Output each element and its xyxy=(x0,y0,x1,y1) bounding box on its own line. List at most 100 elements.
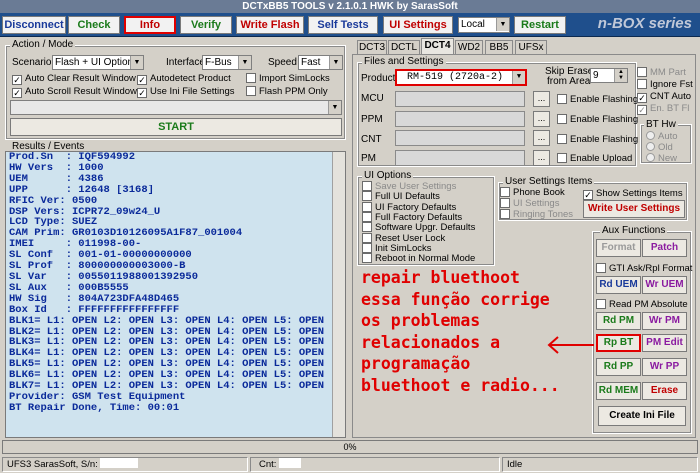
write-user-settings-button[interactable]: Write User Settings xyxy=(583,200,685,218)
log-line: Provider: GSM Test Equipment xyxy=(9,391,186,403)
log-line: BLK4= L1: OPEN L2: OPEN L3: OPEN L4: OPE… xyxy=(9,348,325,360)
bt-new-radio[interactable]: New xyxy=(646,153,677,164)
auto-clear-checkbox[interactable]: ✓ Auto Clear Result Window xyxy=(12,73,136,85)
product-label: Product xyxy=(361,73,396,84)
mm-part-checkbox[interactable]: MM Part xyxy=(637,67,686,78)
rd-mem-button[interactable]: Rd MEM xyxy=(596,382,641,400)
rd-pm-button[interactable]: Rd PM xyxy=(596,312,641,330)
auto-scroll-checkbox[interactable]: ✓ Auto Scroll Result Window xyxy=(12,86,137,98)
wr-uem-button[interactable]: Wr UEM xyxy=(642,276,687,294)
skip-erase-spinner[interactable]: 9 ▲ ▼ xyxy=(590,68,628,83)
ppm-file-field[interactable] xyxy=(395,111,525,127)
format-button[interactable]: Format xyxy=(596,239,641,257)
autodetect-product-checkbox[interactable]: ✓ Autodetect Product xyxy=(137,73,231,85)
tab-ufsx[interactable]: UFSx xyxy=(515,40,547,54)
spinner-arrows-icon: ▲ ▼ xyxy=(614,69,627,82)
skip-erase-value: 9 xyxy=(593,70,599,81)
checkmark-icon: ✓ xyxy=(583,190,593,200)
ppm-browse-button[interactable]: ... xyxy=(533,111,550,127)
patch-button[interactable]: Patch xyxy=(642,239,687,257)
wr-pm-button[interactable]: Wr PM xyxy=(642,312,687,330)
cnt-auto-checkbox[interactable]: ✓ CNT Auto xyxy=(637,91,691,103)
log-line: HW Vers : 1000 xyxy=(9,162,104,174)
write-flash-button[interactable]: Write Flash xyxy=(236,16,304,34)
log-line: LCD Type: SUEZ xyxy=(9,217,98,229)
speed-select[interactable]: Fast ▼ xyxy=(298,55,343,70)
log-line: BLK3= L1: OPEN L2: OPEN L3: OPEN L4: OPE… xyxy=(9,337,325,349)
log-line: SL Prof : 800000000003000-B xyxy=(9,261,186,272)
import-simlocks-checkbox[interactable]: Import SimLocks xyxy=(246,73,330,84)
ignore-fst-checkbox[interactable]: Ignore Fst xyxy=(637,79,693,90)
checkmark-icon: ✓ xyxy=(12,75,22,85)
erase-button[interactable]: Erase xyxy=(642,382,687,400)
cnt-enable-checkbox[interactable]: Enable Flashing xyxy=(557,134,638,145)
flash-ppm-only-checkbox[interactable]: Flash PPM Only xyxy=(246,86,328,97)
ppm-enable-checkbox[interactable]: Enable Flashing xyxy=(557,114,638,125)
pm-file-field[interactable] xyxy=(395,150,525,166)
pm-label: PM xyxy=(361,153,376,164)
pm-browse-button[interactable]: ... xyxy=(533,150,550,166)
gti-checkbox[interactable]: GTI Ask/Rpl Format xyxy=(596,263,692,274)
log-line: Prod.Sn : IQF594992 xyxy=(9,152,136,163)
log-line: DSP Vers: ICPR72_09w24_U xyxy=(9,206,161,218)
mcu-enable-checkbox[interactable]: Enable Flashing xyxy=(557,94,638,105)
start-button[interactable]: START xyxy=(10,118,342,136)
local-value: Local xyxy=(461,19,485,30)
log-line: RFIC Ver: 0500 xyxy=(9,195,98,207)
cnt-file-field[interactable] xyxy=(395,130,525,146)
user-settings-label: User Settings Items xyxy=(503,176,595,187)
ui-option-checkbox[interactable]: Reboot in Normal Mode xyxy=(362,253,475,264)
phone-book-checkbox[interactable]: Phone Book xyxy=(500,187,565,198)
pm-enable-upload-checkbox[interactable]: Enable Upload xyxy=(557,153,632,164)
info-button[interactable]: Info xyxy=(124,16,176,34)
tab-dct3[interactable]: DCT3 xyxy=(357,40,387,54)
bt-old-radio[interactable]: Old xyxy=(646,142,673,153)
en-bt-fl-checkbox[interactable]: ✓ En. BT Fl xyxy=(637,103,689,115)
bt-auto-radio[interactable]: Auto xyxy=(646,131,678,142)
ui-settings-button[interactable]: UI Settings xyxy=(383,16,453,34)
bt-hw-label: BT Hw xyxy=(644,119,678,130)
tab-dctl[interactable]: DCTL xyxy=(388,40,420,54)
restart-button[interactable]: Restart xyxy=(514,16,566,34)
results-scrollbar[interactable] xyxy=(332,152,345,437)
rd-uem-button[interactable]: Rd UEM xyxy=(596,276,641,294)
chevron-down-icon: ▼ xyxy=(238,56,251,69)
self-tests-button[interactable]: Self Tests xyxy=(308,16,378,34)
file-select[interactable]: ▼ xyxy=(10,100,342,115)
wr-pp-button[interactable]: Wr PP xyxy=(642,358,687,376)
results-log[interactable]: Prod.Sn : IQF594992 HW Vers : 1000 UEM : 4… xyxy=(5,151,346,438)
disconnect-button[interactable]: Disconnect xyxy=(2,16,66,34)
verify-button[interactable]: Verify xyxy=(180,16,232,34)
mcu-label: MCU xyxy=(361,93,384,104)
annotation-arrow-icon xyxy=(547,336,594,354)
scenario-select[interactable]: Flash + UI Options ▼ xyxy=(52,55,144,70)
log-line: BT Repair Done, Time: 00:01 xyxy=(9,402,180,414)
tab-bb5[interactable]: BB5 xyxy=(485,40,513,54)
ringing-tones-checkbox[interactable]: Ringing Tones xyxy=(500,209,573,220)
chevron-down-icon: ▼ xyxy=(130,56,143,69)
product-select[interactable]: RM-519 (2720a-2) ▼ xyxy=(395,69,527,86)
mcu-browse-button[interactable]: ... xyxy=(533,91,550,107)
cnt-browse-button[interactable]: ... xyxy=(533,130,550,146)
tab-wd2[interactable]: WD2 xyxy=(455,40,483,54)
check-button[interactable]: Check xyxy=(68,16,120,34)
ui-options-label: UI Options xyxy=(362,170,414,181)
tab-dct4[interactable]: DCT4 xyxy=(421,38,454,55)
pm-edit-button[interactable]: PM Edit xyxy=(642,334,687,352)
aux-functions-group xyxy=(592,231,692,434)
use-ini-checkbox[interactable]: ✓ Use Ini File Settings xyxy=(137,86,234,98)
log-line: BLK6= L1: OPEN L2: OPEN L3: OPEN L4: OPE… xyxy=(9,370,325,382)
rd-pp-button[interactable]: Rd PP xyxy=(596,358,641,376)
checkmark-icon: ✓ xyxy=(12,88,22,98)
read-pm-absolute-checkbox[interactable]: Read PM Absolute xyxy=(596,299,688,310)
mcu-file-field[interactable] xyxy=(395,91,525,107)
create-ini-button[interactable]: Create Ini File xyxy=(598,406,686,426)
chevron-down-icon: ▼ xyxy=(328,101,341,114)
progress-label: 0% xyxy=(343,442,357,452)
show-settings-checkbox[interactable]: ✓ Show Settings Items xyxy=(583,188,683,200)
local-select[interactable]: Local ▼ xyxy=(458,17,510,33)
rp-bt-button[interactable]: Rp BT xyxy=(596,334,641,352)
ui-settings-checkbox[interactable]: UI Settings xyxy=(500,198,559,209)
interface-select[interactable]: F-Bus ▼ xyxy=(202,55,252,70)
log-line: SL Aux : 000B5555 xyxy=(9,282,129,294)
